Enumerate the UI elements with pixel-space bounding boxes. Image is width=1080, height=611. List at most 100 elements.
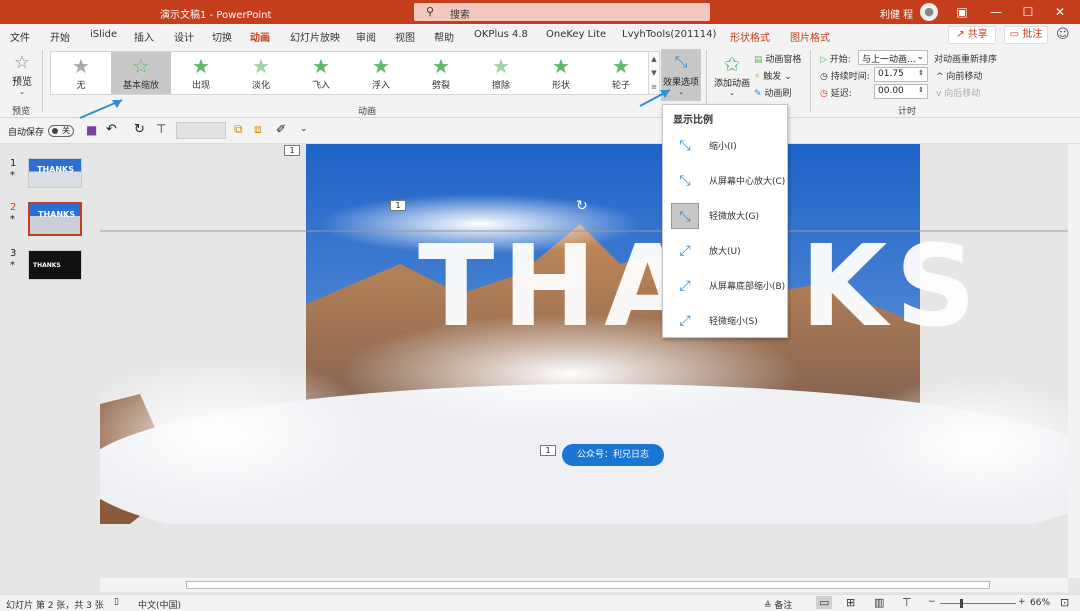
reading-view-icon[interactable]: ▥ xyxy=(874,596,884,609)
gallery-scroll[interactable]: ▲ ▼ ≡ xyxy=(648,51,660,95)
tab-help[interactable]: 帮助 xyxy=(434,29,454,44)
tab-insert[interactable]: 插入 xyxy=(134,29,154,44)
tab-view[interactable]: 视图 xyxy=(395,29,415,44)
zoom-slider[interactable] xyxy=(940,599,1016,608)
animation-order-badge[interactable]: 1 xyxy=(284,145,300,156)
horizontal-scrollbar[interactable] xyxy=(100,578,1068,592)
animation-split[interactable]: ★ 劈裂 xyxy=(411,52,471,94)
tab-lvyhtools[interactable]: LvyhTools(201114) xyxy=(622,29,716,40)
scroll-thumb[interactable] xyxy=(186,581,990,589)
tab-file[interactable]: 文件 xyxy=(10,29,30,44)
trigger-button[interactable]: ⚡ 触发 ⌄ xyxy=(754,69,792,82)
slide-thumbnail-1[interactable]: THANKS xyxy=(28,158,82,188)
animation-shape[interactable]: ★ 形状 xyxy=(531,52,591,94)
redo-icon[interactable]: ↻ xyxy=(134,122,145,137)
brush-icon: ✎ xyxy=(754,89,762,99)
comment-button[interactable]: ▭ 批注 xyxy=(1004,26,1048,44)
minimize-icon[interactable]: — xyxy=(982,2,1010,22)
notes-button[interactable]: ≙ 备注 xyxy=(764,598,792,611)
tab-animations[interactable]: 动画 xyxy=(250,29,270,48)
spellcheck-icon[interactable]: ▯ xyxy=(114,597,119,607)
add-animation-button[interactable]: ✩ 添加动画 ⌄ xyxy=(712,52,752,97)
animation-wipe[interactable]: ★ 擦除 xyxy=(471,52,531,94)
thumb-text: THANKS xyxy=(37,165,74,174)
share-label: 共享 xyxy=(967,29,988,40)
animation-order-badge[interactable]: 1 xyxy=(390,200,406,211)
option-bottom-zoom-out[interactable]: ⤢ 从屏幕底部缩小(B) xyxy=(669,271,785,301)
slide-thumbnail-2[interactable]: THANKS xyxy=(28,202,82,236)
rotate-handle-icon[interactable]: ↻ xyxy=(576,198,588,214)
feedback-icon[interactable]: ☺ xyxy=(1056,27,1070,42)
option-slight-zoom-out[interactable]: ⤢ 轻微缩小(S) xyxy=(669,306,785,336)
format-painter-icon[interactable]: ✐ xyxy=(276,122,286,136)
presentation-icon[interactable]: ⊤ xyxy=(156,122,166,136)
zoom-out-icon[interactable]: − xyxy=(928,597,936,607)
tab-review[interactable]: 审阅 xyxy=(356,29,376,44)
duration-input[interactable]: 01.75 ⇕ xyxy=(874,67,928,82)
divider xyxy=(42,50,43,112)
slide-sorter-icon[interactable]: ⊞ xyxy=(846,596,855,609)
vertical-scrollbar[interactable] xyxy=(1068,144,1080,578)
autosave-toggle[interactable]: 关 xyxy=(48,125,74,137)
tab-okplus[interactable]: OKPlus 4.8 xyxy=(474,29,528,40)
zoom-slider-thumb[interactable] xyxy=(960,599,963,608)
animation-float-in[interactable]: ★ 浮入 xyxy=(351,52,411,94)
animation-label: 飞入 xyxy=(311,81,330,91)
move-earlier-button[interactable]: ^ 向前移动 xyxy=(936,69,982,82)
center-zoom-icon: ⤡ xyxy=(679,173,691,189)
wechat-tag[interactable]: 公众号：利兄日志 xyxy=(562,444,664,466)
duration-label-text: 持续时间: xyxy=(830,72,870,82)
language-status[interactable]: 中文(中国) xyxy=(138,598,181,611)
close-icon[interactable]: ✕ xyxy=(1046,2,1074,22)
customize-qat-icon[interactable]: ⌄ xyxy=(300,124,308,134)
tab-onekey[interactable]: OneKey Lite xyxy=(546,29,606,40)
tab-picture-format[interactable]: 图片格式 xyxy=(790,29,830,44)
search-box[interactable]: ⚲ 搜索 xyxy=(414,3,710,21)
normal-view-icon[interactable]: ▭ xyxy=(816,596,833,609)
clock-icon: ◷ xyxy=(820,72,828,82)
tab-slideshow[interactable]: 幻灯片放映 xyxy=(290,29,340,44)
animation-fly-in[interactable]: ★ 飞入 xyxy=(291,52,351,94)
option-zoom-in-small[interactable]: ⤡ 缩小(I) xyxy=(669,131,785,161)
option-zoom-in[interactable]: ⤢ 放大(U) xyxy=(669,236,785,266)
move-later-button[interactable]: v 向后移动 xyxy=(936,86,980,99)
play-icon: ▷ xyxy=(820,55,827,65)
tab-islide[interactable]: iSlide xyxy=(90,29,117,40)
animation-wheel[interactable]: ★ 轮子 xyxy=(591,52,651,94)
fit-to-window-icon[interactable]: ⊡ xyxy=(1060,596,1069,609)
undo-icon[interactable]: ↶ xyxy=(106,122,117,137)
animation-none[interactable]: ★ 无 xyxy=(51,52,111,94)
ungroup-icon[interactable]: ⧈ xyxy=(254,122,262,137)
tab-design[interactable]: 设计 xyxy=(174,29,194,44)
user-name[interactable]: 利健 程 xyxy=(880,6,913,21)
option-center-zoom[interactable]: ⤡ 从屏幕中心放大(C) xyxy=(669,166,785,196)
start-select-value: 与上一动画... xyxy=(862,55,916,65)
save-icon[interactable]: ■ xyxy=(86,123,97,137)
font-size-box[interactable] xyxy=(176,122,226,139)
slideshow-icon[interactable]: ⊤ xyxy=(902,596,912,609)
preview-button[interactable]: ☆ 预览 ⌄ xyxy=(8,52,36,96)
option-slight-zoom-in[interactable]: ⤡ 轻微放大(G) xyxy=(669,201,785,231)
zoom-level[interactable]: 66% xyxy=(1030,598,1050,608)
ribbon-tabs: 文件 开始 iSlide 插入 设计 切换 动画 幻灯片放映 审阅 视图 帮助 … xyxy=(0,24,1080,48)
slide-thumbnail-3[interactable]: THANKS xyxy=(28,250,82,280)
animation-appear[interactable]: ★ 出现 xyxy=(171,52,231,94)
avatar[interactable]: ● xyxy=(920,3,938,21)
animation-basic-zoom[interactable]: ☆ 基本缩放 xyxy=(111,52,171,94)
share-button[interactable]: ↗ 共享 xyxy=(948,26,996,44)
start-select[interactable]: 与上一动画... ⌄ xyxy=(858,50,928,65)
animation-order-badge[interactable]: 1 xyxy=(540,445,556,456)
delay-input[interactable]: 00.00 ⇕ xyxy=(874,84,928,99)
tab-transitions[interactable]: 切换 xyxy=(212,29,232,44)
zoom-in-icon[interactable]: + xyxy=(1018,597,1026,607)
animation-fade[interactable]: ★ 淡化 xyxy=(231,52,291,94)
tab-home[interactable]: 开始 xyxy=(50,29,70,44)
effect-options-button[interactable]: ⤡ 效果选项 ⌄ xyxy=(661,49,701,101)
group-icon[interactable]: ⧉ xyxy=(234,122,243,137)
animation-pane-button[interactable]: ▤ 动画窗格 xyxy=(754,52,801,65)
ribbon-display-icon[interactable]: ▣ xyxy=(948,2,976,22)
star-icon: ★ xyxy=(552,54,570,78)
animation-painter-button[interactable]: ✎ 动画刷 xyxy=(754,86,791,99)
maximize-icon[interactable]: ☐ xyxy=(1014,2,1042,22)
tab-shape-format[interactable]: 形状格式 xyxy=(730,29,770,44)
